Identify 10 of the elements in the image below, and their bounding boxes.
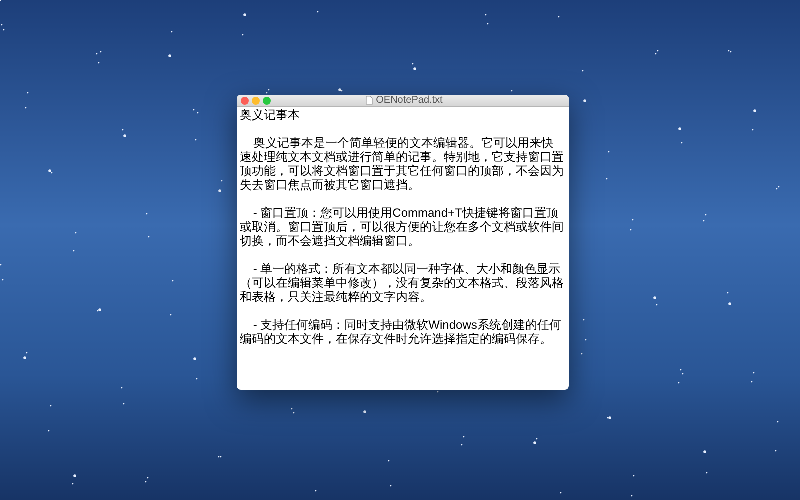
close-button[interactable] [241,96,249,104]
document-icon [366,96,374,105]
paragraph: - 单一的格式：所有文本都以同一种字体、大小和颜色显示（可以在编辑菜单中修改），没有复杂的文本格式、段落风格和表格，只关注最纯粹的文字内容。 [240,262,564,304]
minimize-button[interactable] [252,96,260,104]
paragraph: 奥义记事本是一个简单轻便的文本编辑器。它可以用来快速处理纯文本文档或进行简单的记事。特别地，它支持窗口置顶功能，可以将文档窗口置于其它任何窗口的顶部，不会因为失去窗口焦点而被其它窗口遮挡。 [240,136,564,192]
zoom-button[interactable] [263,96,271,104]
paragraph: - 窗口置顶：您可以用使用Command+T快捷键将窗口置顶或取消。窗口置顶后，可以很方便的让您在多个文档或软件间切换，而不会遮挡文档编辑窗口。 [240,206,564,248]
document-heading: 奥义记事本 [240,108,301,122]
paragraph: - 支持任何编码：同时支持由微软Windows系统创建的任何编码的文本文件，在保存文件时允许选择指定的编码保存。 [240,318,562,346]
window-title: OENotePad.txt [376,96,443,106]
